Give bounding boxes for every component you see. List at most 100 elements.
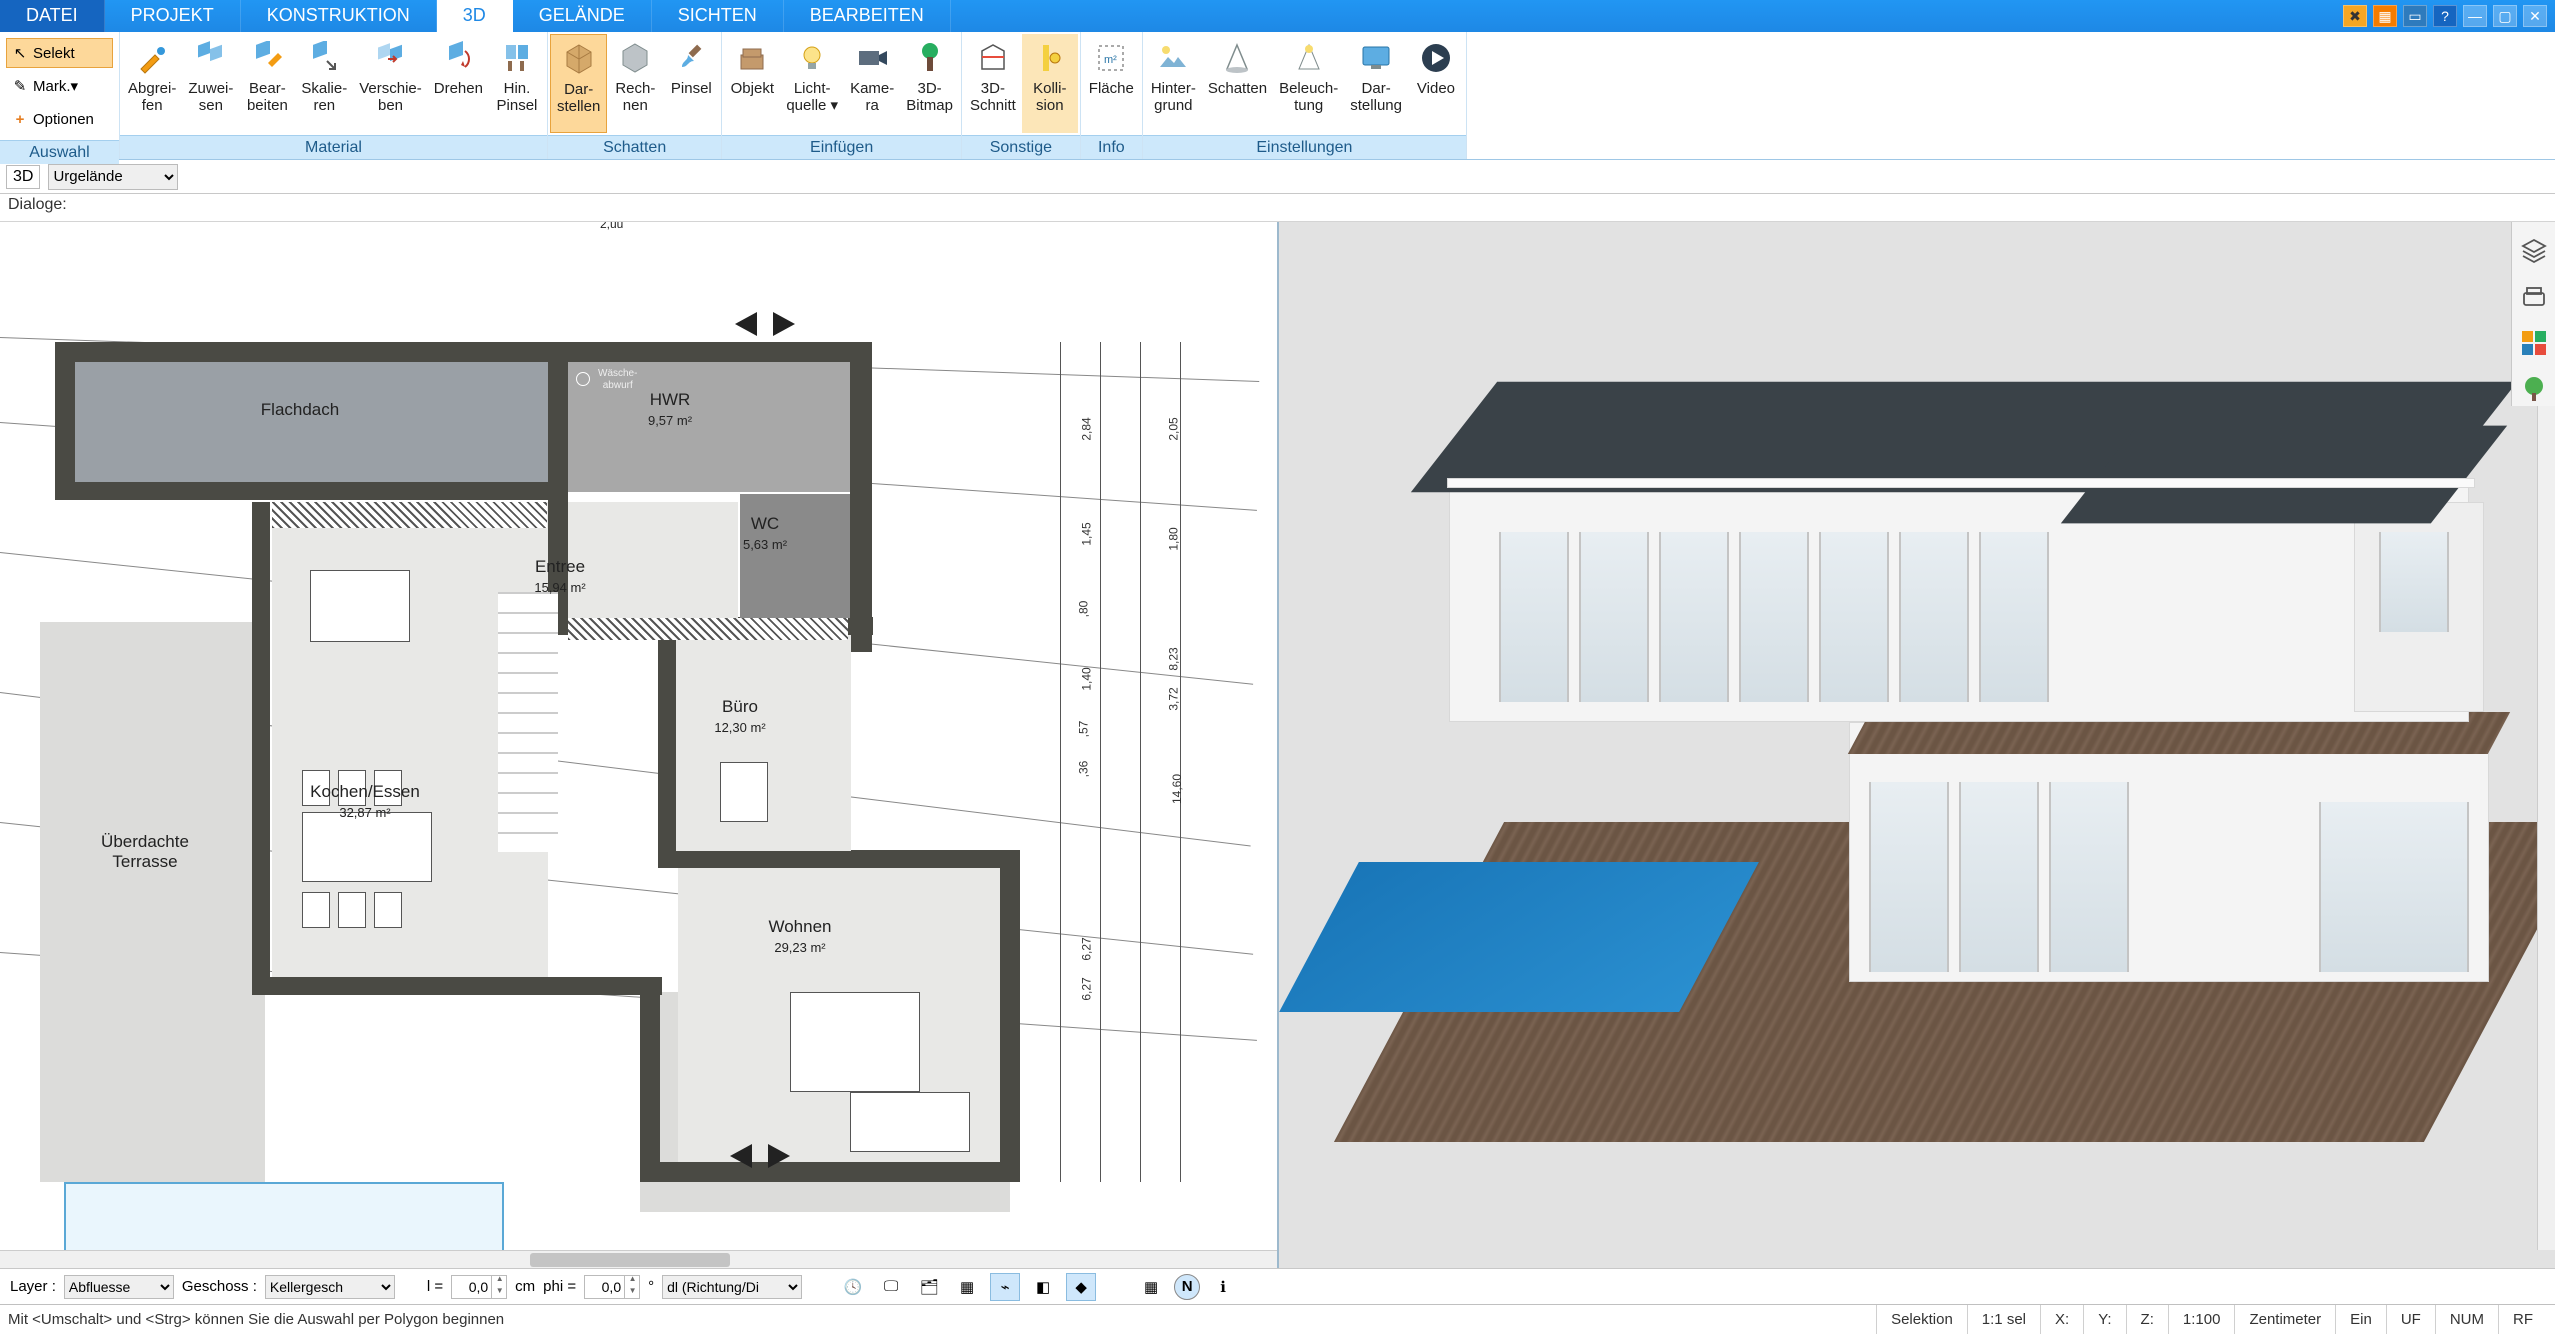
floorplan-viewport[interactable]: FlachdachHWR9,57 m²WC5,63 m²Entree15,94 … — [0, 222, 1279, 1268]
tool-3dschnitt[interactable]: 3D- Schnitt — [964, 34, 1022, 133]
dim-label: 8,23 — [1167, 647, 1181, 670]
phi-label: phi = — [543, 1278, 576, 1295]
surface-select[interactable]: Urgelände — [48, 164, 178, 190]
maximize-icon[interactable]: ▢ — [2493, 5, 2517, 27]
status-rf: RF — [2498, 1305, 2547, 1334]
abgreifen-icon — [132, 38, 172, 78]
status-hint: Mit <Umschalt> und <Strg> können Sie die… — [8, 1311, 544, 1328]
layers-toggle-icon[interactable]: ◧ — [1028, 1273, 1058, 1301]
tree-icon[interactable] — [2517, 372, 2551, 406]
status-x: X: — [2040, 1305, 2083, 1334]
tool-icon-1[interactable]: ✖ — [2343, 5, 2367, 27]
overlay-icon[interactable]: ▦ — [952, 1273, 982, 1301]
tool-label: Drehen — [434, 80, 483, 97]
layers-icon[interactable] — [2517, 234, 2551, 268]
beleuchtung-icon — [1289, 38, 1329, 78]
3dschnitt-icon — [973, 38, 1013, 78]
monitor-icon[interactable]: 🖵 — [876, 1273, 906, 1301]
menu-gelaende[interactable]: GELÄNDE — [513, 0, 652, 32]
status-unit: Zentimeter — [2234, 1305, 2335, 1334]
color-swatch-icon[interactable] — [2517, 326, 2551, 360]
tool-label: Fläche — [1089, 80, 1134, 97]
window-controls: ✖ ▦ ▭ ? — ▢ ✕ — [2343, 0, 2555, 32]
tool-beleuchtung[interactable]: Beleuch- tung — [1273, 34, 1344, 133]
north-icon[interactable]: N — [1174, 1274, 1200, 1300]
tool-abgreifen[interactable]: Abgrei- fen — [122, 34, 182, 133]
dim-label: 14,60 — [1170, 774, 1184, 804]
geschoss-select[interactable]: Kellergesch — [265, 1275, 395, 1299]
layer-select[interactable]: Abfluesse — [64, 1275, 174, 1299]
tool-icon-2[interactable]: ▦ — [2373, 5, 2397, 27]
info-icon[interactable]: ℹ — [1208, 1273, 1238, 1301]
mark-button[interactable]: ✎Mark. ▾ — [6, 71, 113, 101]
tool-darstellen[interactable]: Dar- stellen — [550, 34, 607, 133]
stack-icon[interactable]: 🗂 — [914, 1273, 944, 1301]
tool-icon-3[interactable]: ▭ — [2403, 5, 2427, 27]
minimize-icon[interactable]: — — [2463, 5, 2487, 27]
status-y: Y: — [2083, 1305, 2125, 1334]
plan-h-scrollbar[interactable] — [0, 1250, 1277, 1268]
bearbeiten-icon — [247, 38, 287, 78]
group-label-info: Info — [1081, 135, 1142, 159]
select-button[interactable]: ↖Selekt — [6, 38, 113, 68]
menu-3d[interactable]: 3D — [437, 0, 513, 32]
menu-bearbeiten[interactable]: BEARBEITEN — [784, 0, 951, 32]
video-icon — [1416, 38, 1456, 78]
kamera-icon — [852, 38, 892, 78]
status-z: Z: — [2126, 1305, 2168, 1334]
tool-kamera[interactable]: Kame- ra — [844, 34, 900, 133]
tool-lichtquelle[interactable]: Licht- quelle ▾ — [780, 34, 844, 133]
hintergrund-icon — [1153, 38, 1193, 78]
menubar: DATEI PROJEKT KONSTRUKTION 3D GELÄNDE SI… — [0, 0, 2555, 32]
grid-icon[interactable]: ▦ — [1136, 1273, 1166, 1301]
view-mode[interactable]: 3D — [6, 165, 40, 189]
dim-label: 6,27 — [1080, 977, 1094, 1000]
pinsel-icon — [671, 38, 711, 78]
direction-select[interactable]: dl (Richtung/Di — [662, 1275, 802, 1299]
tool-label: Pinsel — [671, 80, 712, 97]
close-icon[interactable]: ✕ — [2523, 5, 2547, 27]
tool-kollision[interactable]: Kolli- sion — [1022, 34, 1078, 133]
darstellung-icon — [1356, 38, 1396, 78]
tool-objekt[interactable]: Objekt — [724, 34, 780, 133]
furniture-icon[interactable] — [2517, 280, 2551, 314]
plane-icon[interactable]: ◆ — [1066, 1273, 1096, 1301]
tool-3dbitmap[interactable]: 3D- Bitmap — [900, 34, 959, 133]
flaeche-icon: m² — [1091, 38, 1131, 78]
group-label-sonstige: Sonstige — [962, 135, 1080, 159]
tool-schatten[interactable]: Schatten — [1202, 34, 1273, 133]
tool-zuweisen[interactable]: Zuwei- sen — [182, 34, 239, 133]
tool-pinsel[interactable]: Pinsel — [663, 34, 719, 133]
3dbitmap-icon — [910, 38, 950, 78]
tool-drehen[interactable]: Drehen — [428, 34, 489, 133]
tool-video[interactable]: Video — [1408, 34, 1464, 133]
status-num: NUM — [2435, 1305, 2498, 1334]
tool-flaeche[interactable]: m² Fläche — [1083, 34, 1140, 133]
ribbon: ↖Selekt ✎Mark. ▾ +Optionen Auswahl Abgre… — [0, 32, 2555, 160]
tool-label: Zuwei- sen — [188, 80, 233, 115]
zuweisen-icon — [191, 38, 231, 78]
menu-projekt[interactable]: PROJEKT — [105, 0, 241, 32]
dim-label: 6,27 — [1080, 937, 1094, 960]
tool-label: Hin. Pinsel — [497, 80, 538, 115]
skalieren-icon — [304, 38, 344, 78]
tool-darstellung[interactable]: Dar- stellung — [1344, 34, 1408, 133]
help-icon[interactable]: ? — [2433, 5, 2457, 27]
optionen-button[interactable]: +Optionen — [6, 104, 113, 134]
tool-verschieben[interactable]: Verschie- ben — [353, 34, 428, 133]
menu-konstruktion[interactable]: KONSTRUKTION — [241, 0, 437, 32]
tool-label: Kolli- sion — [1033, 80, 1066, 115]
tool-hintergrund[interactable]: Hinter- grund — [1145, 34, 1202, 133]
menu-sichten[interactable]: SICHTEN — [652, 0, 784, 32]
bottom-toolbar: Layer : Abfluesse Geschoss : Kellergesch… — [0, 1268, 2555, 1304]
clock-icon[interactable]: 🕓 — [838, 1273, 868, 1301]
tool-bearbeiten[interactable]: Bear- beiten — [239, 34, 295, 133]
snap-icon[interactable]: ⌁ — [990, 1273, 1020, 1301]
3d-viewport[interactable] — [1279, 222, 2555, 1268]
tool-label: Licht- quelle ▾ — [786, 80, 838, 115]
tool-hinpinsel[interactable]: Hin. Pinsel — [489, 34, 545, 133]
layer-label: Layer : — [10, 1278, 56, 1295]
tool-skalieren[interactable]: Skalie- ren — [295, 34, 353, 133]
menu-datei[interactable]: DATEI — [0, 0, 105, 32]
tool-rechnen[interactable]: Rech- nen — [607, 34, 663, 133]
